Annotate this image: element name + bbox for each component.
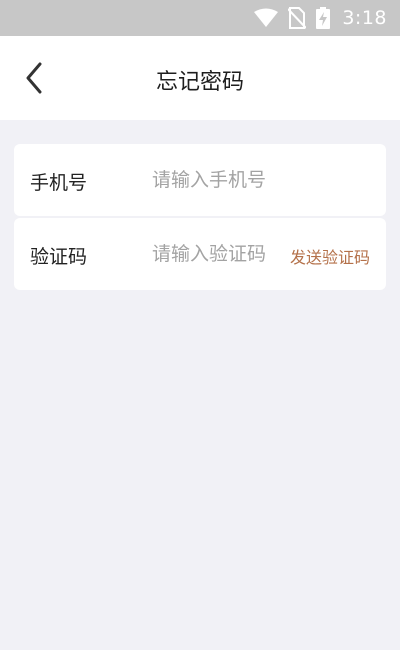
- battery-charging-icon: [316, 7, 331, 29]
- phone-input[interactable]: [152, 162, 372, 198]
- page-title: 忘记密码: [155, 70, 244, 95]
- code-label: 验证码: [30, 246, 88, 268]
- status-bar: 3:18: [0, 0, 400, 36]
- phone-label: 手机号: [30, 172, 88, 194]
- code-input[interactable]: [152, 236, 280, 272]
- phone-field-card: 手机号: [14, 144, 386, 216]
- wifi-icon: [254, 8, 279, 28]
- code-field-card: 验证码 发送验证码: [14, 218, 386, 290]
- no-sim-icon: [288, 7, 307, 29]
- send-code-button[interactable]: 发送验证码: [290, 244, 370, 268]
- status-time: 3:18: [342, 7, 387, 29]
- app-header: 忘记密码: [0, 36, 400, 120]
